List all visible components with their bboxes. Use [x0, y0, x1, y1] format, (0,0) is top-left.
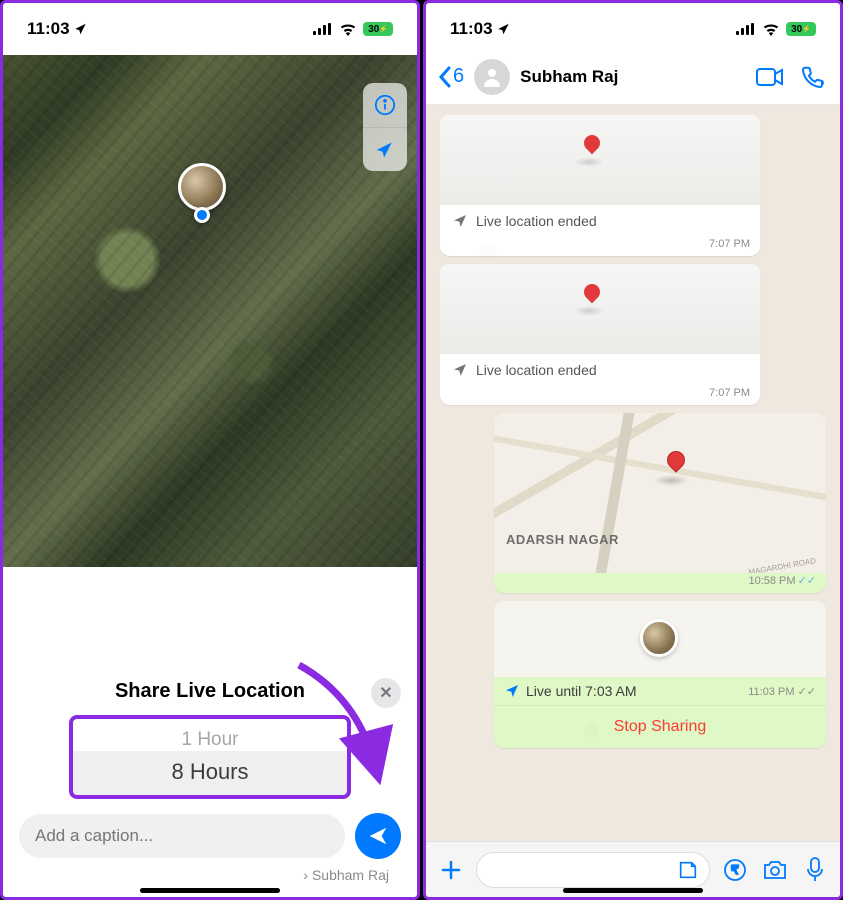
message-live-location[interactable]: Live until 7:03 AM 11:03 PM ✓✓ Stop Shar… [494, 601, 826, 748]
clock: 11:03 [27, 19, 70, 39]
chat-body[interactable]: Live location ended 7:07 PM Live locatio… [426, 105, 840, 841]
location-ended-icon [452, 213, 468, 229]
voice-call-button[interactable] [796, 61, 828, 93]
message-location-ended[interactable]: Live location ended 7:07 PM [440, 115, 760, 256]
status-bar: 11:03 30⚡ [426, 3, 840, 55]
location-dot-icon [194, 207, 210, 223]
map-info-button[interactable] [363, 83, 407, 127]
sticker-icon[interactable] [677, 859, 699, 881]
location-services-icon [74, 22, 88, 36]
share-sheet: ✕ Share Live Location 1 Hour 8 Hours › S… [3, 662, 417, 897]
map-recenter-button[interactable] [363, 127, 407, 171]
my-location-pin [178, 163, 226, 223]
pin-icon [663, 447, 688, 472]
close-button[interactable]: ✕ [371, 678, 401, 708]
satellite-map[interactable] [3, 55, 417, 567]
avatar [640, 619, 678, 657]
live-location-icon [504, 683, 520, 699]
stop-sharing-button[interactable]: Stop Sharing [494, 705, 826, 748]
location-services-icon [497, 22, 511, 36]
contact-name[interactable]: Subham Raj [520, 67, 744, 87]
map-thumbnail [440, 264, 760, 354]
read-ticks-icon: ✓✓ [795, 686, 817, 698]
camera-button[interactable] [760, 855, 790, 885]
chat-header: 6 Subham Raj [426, 49, 840, 105]
home-indicator[interactable] [563, 888, 703, 893]
share-location-screen: 11:03 30⚡ ✕ Share Live Location 1 Hour 8… [0, 0, 420, 900]
status-bar: 11:03 30⚡ [3, 3, 417, 55]
chat-screen: 11:03 30⚡ 6 Subham Raj Live location end… [423, 0, 843, 900]
duration-option-1h[interactable]: 1 Hour [73, 729, 347, 751]
video-call-button[interactable] [754, 61, 786, 93]
contact-avatar[interactable] [474, 59, 510, 95]
caption-input[interactable] [19, 814, 345, 858]
wifi-icon [762, 23, 780, 36]
map-thumbnail [440, 115, 760, 205]
signal-icon [313, 23, 333, 35]
road-label: MAGARDHI ROAD [747, 556, 816, 573]
signal-icon [736, 23, 756, 35]
map-thumbnail: ADARSH NAGAR MAGARDHI ROAD [494, 413, 826, 573]
location-ended-icon [452, 362, 468, 378]
duration-option-8h[interactable]: 8 Hours [73, 759, 347, 785]
recipient-name: Subham Raj [312, 867, 389, 883]
battery-pill: 30⚡ [786, 22, 816, 36]
chevron-left-icon [438, 66, 452, 88]
message-shared-location[interactable]: ADARSH NAGAR MAGARDHI ROAD 10:58 PM✓✓ [494, 413, 826, 593]
svg-text:₹: ₹ [731, 863, 739, 877]
message-location-ended[interactable]: Live location ended 7:07 PM [440, 264, 760, 405]
battery-pill: 30⚡ [363, 22, 393, 36]
sheet-title: Share Live Location [19, 680, 401, 703]
duration-picker[interactable]: 1 Hour 8 Hours [69, 715, 351, 799]
back-button[interactable]: 6 [438, 65, 464, 88]
recipient-row[interactable]: › Subham Raj [19, 867, 401, 883]
mic-button[interactable] [800, 855, 830, 885]
area-label: ADARSH NAGAR [506, 532, 619, 547]
attach-button[interactable] [436, 855, 466, 885]
clock: 11:03 [450, 19, 493, 39]
wifi-icon [339, 23, 357, 36]
avatar [178, 163, 226, 211]
back-count: 6 [453, 65, 464, 88]
message-input[interactable] [476, 852, 710, 888]
send-button[interactable] [355, 813, 401, 859]
home-indicator[interactable] [140, 888, 280, 893]
payments-button[interactable]: ₹ [720, 855, 750, 885]
read-ticks-icon: ✓✓ [798, 575, 816, 587]
map-thumbnail [494, 601, 826, 677]
